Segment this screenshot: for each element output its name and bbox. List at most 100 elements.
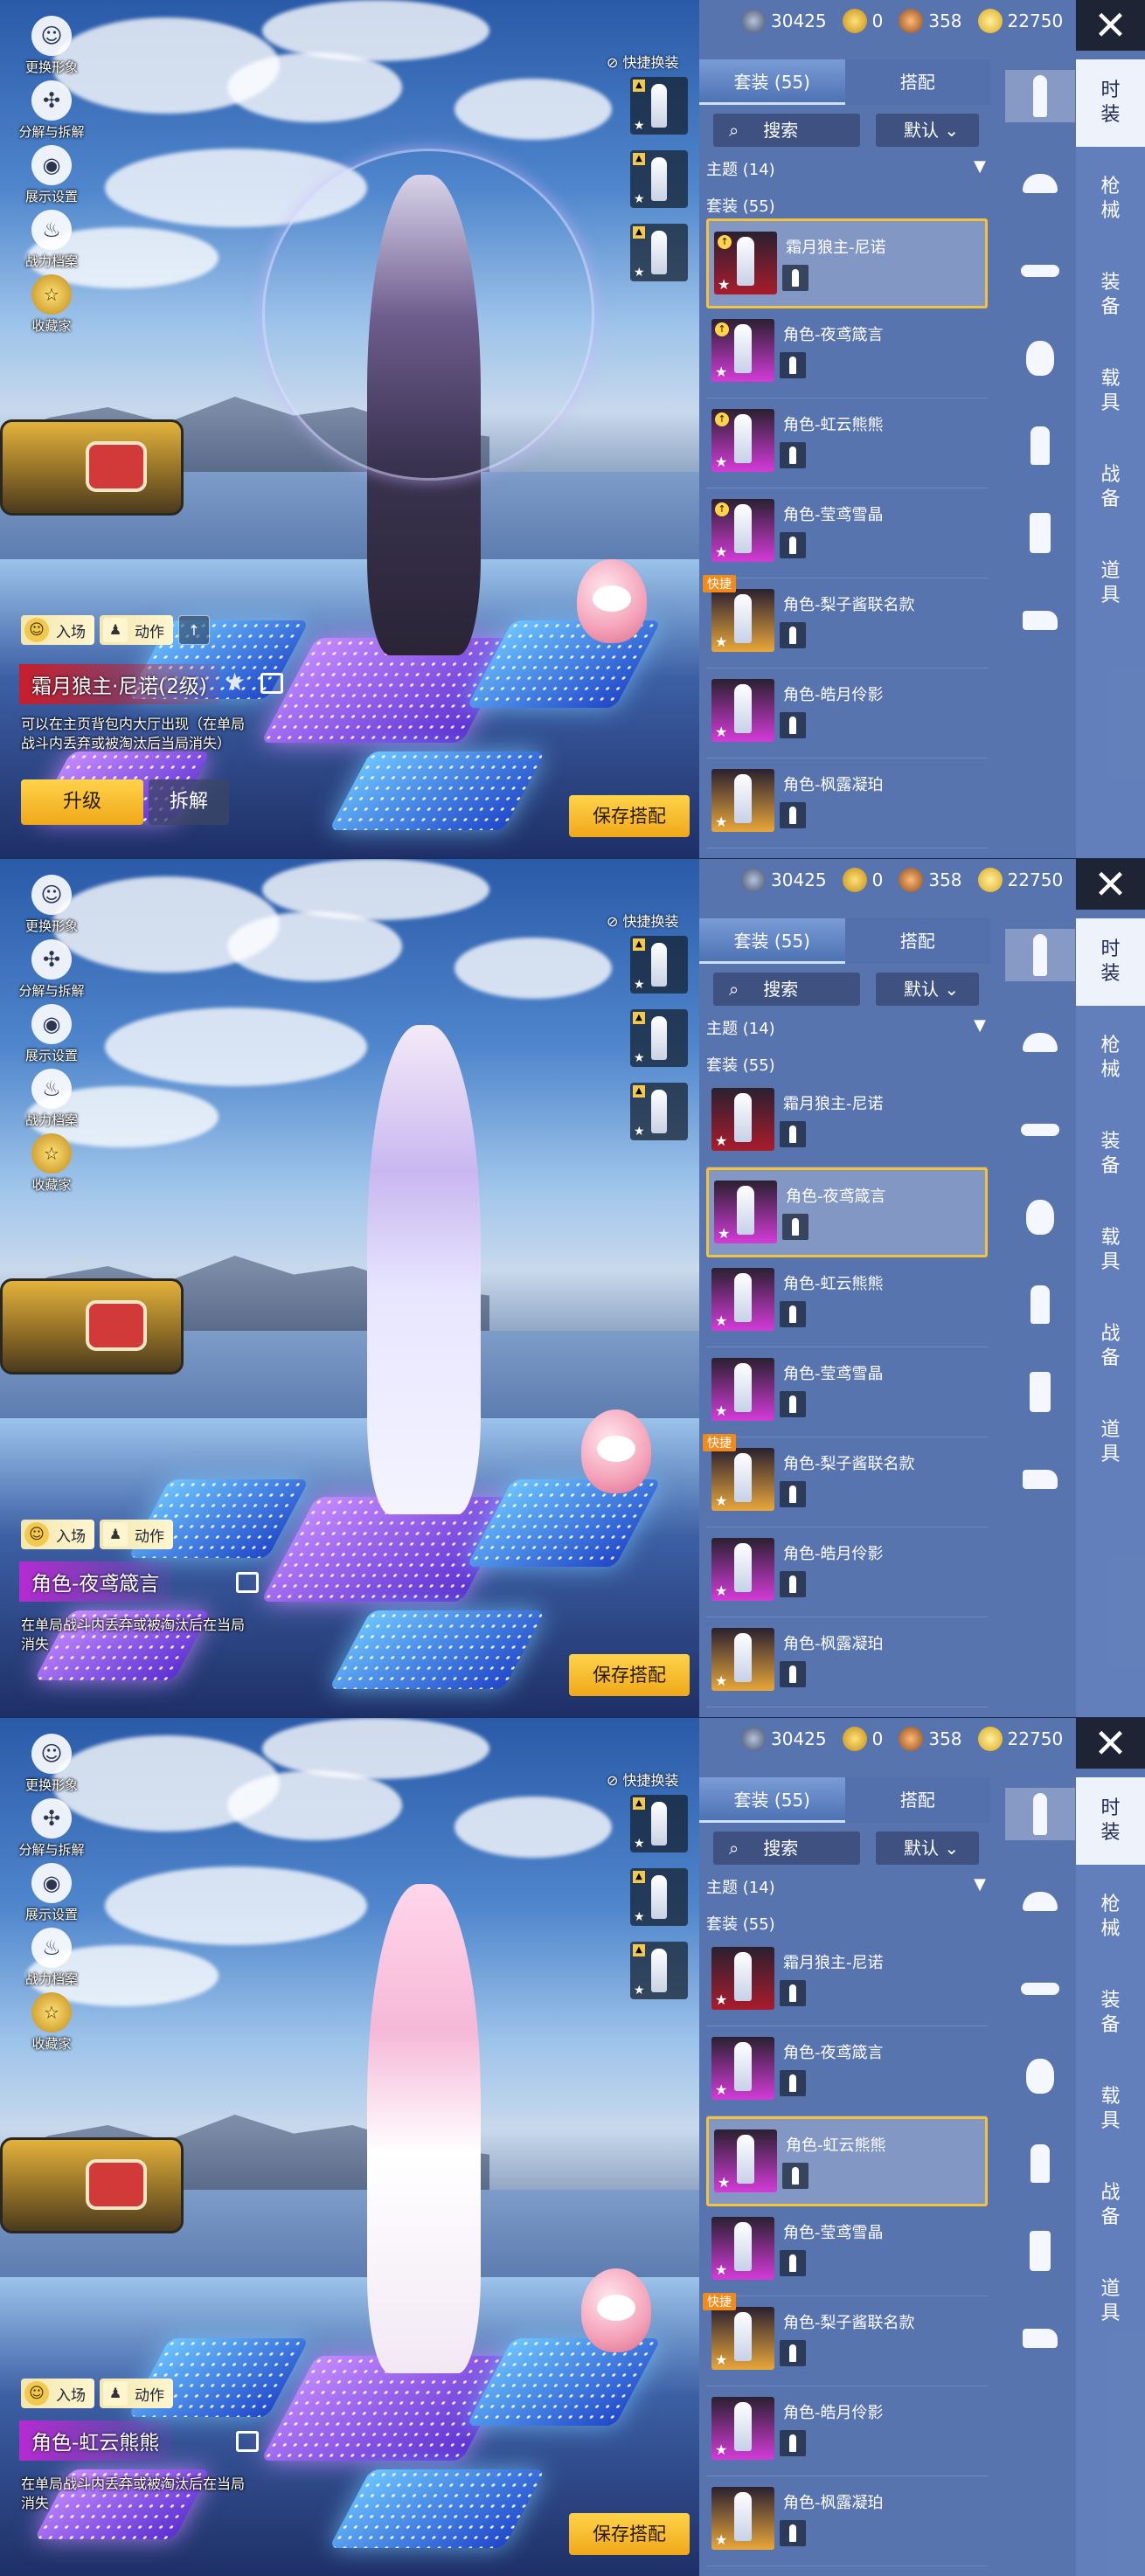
currency-item[interactable]: 0 [842,9,883,33]
close-button[interactable]: ✕ [1076,859,1145,910]
currency-item[interactable]: 30425 [741,1727,827,1751]
outfit-list-item[interactable]: ★ 角色-枫露凝珀 [706,2476,988,2566]
side-tab[interactable]: 枪械 [1076,156,1145,243]
favorite-star-icon[interactable]: ★ [224,668,246,696]
quick-switch-slot[interactable]: ▲ ★ [630,1009,688,1067]
quick-switch-slot[interactable]: ▲ ★ [630,150,688,208]
power-archive-button[interactable]: ♨ 战力档案 [12,210,91,270]
category-mask[interactable] [1005,1191,1075,1243]
disassemble-button[interactable]: 拆解 [149,779,229,825]
side-tab[interactable]: 道具 [1076,1399,1145,1486]
side-tab[interactable]: 载具 [1076,2066,1145,2153]
outfit-list-item[interactable]: ★ 角色-皓月伶影 [706,2386,988,2476]
save-outfit-button[interactable]: 保存搭配 [569,2513,690,2555]
outfit-list-item[interactable]: ★ 霜月狼主-尼诺 [706,1077,988,1167]
sort-dropdown[interactable]: 默认 ⌄ [876,1832,979,1865]
outfit-list-item[interactable]: ★ 角色-皓月伶影 [706,668,988,758]
outfit-list-item[interactable]: ★ ↑ 角色-莹鸢雪晶 [706,488,988,578]
currency-item[interactable]: 358 [899,868,962,892]
pet-companion[interactable] [577,559,647,643]
category-hat[interactable] [1005,1875,1075,1928]
tab-combos[interactable]: 搭配 [844,1777,990,1823]
outfit-list-item[interactable]: ★ 快捷 角色-梨子酱联名款 [703,2293,988,2386]
category-hat[interactable] [1005,157,1075,210]
category-glasses[interactable] [1005,1963,1075,2015]
display-settings-button[interactable]: ◉ 展示设置 [12,1004,91,1064]
outfit-list-item[interactable]: ★ 角色-莹鸢雪晶 [706,2206,988,2296]
currency-item[interactable]: 22750 [977,9,1063,33]
side-tab[interactable]: 战备 [1076,2162,1145,2249]
category-outfit[interactable] [1005,70,1075,122]
share-icon[interactable] [236,1572,259,1593]
entry-button[interactable]: ☺ 入场 [21,2379,94,2408]
side-tab[interactable]: 装备 [1076,1970,1145,2057]
quick-switch-slot[interactable]: ▲ ★ [630,77,688,135]
tab-combos[interactable]: 搭配 [844,918,990,964]
theme-filter[interactable]: 主题 (14) ▼ [706,1875,986,1898]
side-tab[interactable]: 枪械 [1076,1014,1145,1102]
outfit-list-item[interactable]: ★ 角色-莹鸢雪晶 [706,1347,988,1437]
quick-switch-slot[interactable]: ▲ ★ [630,224,688,281]
side-tab[interactable]: 战备 [1076,1303,1145,1390]
save-outfit-button[interactable]: 保存搭配 [569,1654,690,1696]
quick-switch-label[interactable]: ⊘ 快捷换装 [607,1769,679,1790]
outfit-list-item[interactable]: ★ ↑ 角色-夜鸢箴言 [706,308,988,398]
side-tab[interactable]: 道具 [1076,2258,1145,2345]
category-outfit[interactable] [1005,1788,1075,1840]
outfit-list-item[interactable]: ★ ↑ 霜月狼主-尼诺 [706,218,988,308]
display-settings-button[interactable]: ◉ 展示设置 [12,1863,91,1923]
entry-button[interactable]: ☺ 入场 [21,615,94,645]
player-character[interactable] [367,1884,481,2373]
change-avatar-button[interactable]: ☺ 更换形象 [12,1734,91,1794]
tab-suits[interactable]: 套装 (55) [699,59,845,105]
action-button[interactable]: ♟ 动作 [100,615,173,645]
collector-button[interactable]: ☆ 收藏家 [12,1133,91,1194]
currency-item[interactable]: 0 [842,868,883,892]
outfit-list-item[interactable]: ★ 角色-虹云熊熊 [706,2116,988,2206]
search-button[interactable]: ⌕ 搜索 [713,1832,860,1865]
close-button[interactable]: ✕ [1076,0,1145,51]
currency-item[interactable]: 30425 [741,9,827,33]
outfit-list-item[interactable]: ★ ↑ 角色-虹云熊熊 [706,398,988,488]
change-avatar-button[interactable]: ☺ 更换形象 [12,875,91,935]
tab-combos[interactable]: 搭配 [844,59,990,105]
tab-suits[interactable]: 套装 (55) [699,918,845,964]
side-tab[interactable]: 道具 [1076,540,1145,627]
upgrade-button[interactable]: 升级 [21,779,143,825]
sort-dropdown[interactable]: 默认 ⌄ [876,973,979,1006]
theme-filter[interactable]: 主题 (14) ▼ [706,157,986,180]
side-tab[interactable]: 时装 [1076,918,1145,1006]
category-hat[interactable] [1005,1016,1075,1069]
pet-companion[interactable] [581,2268,651,2352]
category-top[interactable] [1005,419,1075,472]
outfit-list-item[interactable]: ★ 角色-夜鸢箴言 [706,1167,988,1257]
category-pants[interactable] [1005,507,1075,559]
share-icon[interactable] [236,2431,259,2452]
decompose-button[interactable]: ✣ 分解与拆解 [12,80,91,141]
action-button[interactable]: ♟ 动作 [100,2379,173,2408]
side-tab[interactable]: 装备 [1076,252,1145,339]
quick-switch-label[interactable]: ⊘ 快捷换装 [607,910,679,931]
close-button[interactable]: ✕ [1076,1718,1145,1769]
change-avatar-button[interactable]: ☺ 更换形象 [12,16,91,76]
currency-item[interactable]: 0 [842,1727,883,1751]
category-mask[interactable] [1005,332,1075,384]
category-pants[interactable] [1005,1366,1075,1418]
search-button[interactable]: ⌕ 搜索 [713,973,860,1006]
category-glasses[interactable] [1005,1104,1075,1156]
category-mask[interactable] [1005,2050,1075,2102]
currency-item[interactable]: 22750 [977,868,1063,892]
expand-up-button[interactable]: ↑ [178,615,210,645]
outfit-list-item[interactable]: ★ 角色-夜鸢箴言 [706,2026,988,2116]
save-outfit-button[interactable]: 保存搭配 [569,795,690,837]
outfit-list-item[interactable]: ★ 霜月狼主-尼诺 [706,1936,988,2026]
decompose-button[interactable]: ✣ 分解与拆解 [12,939,91,1000]
category-outfit[interactable] [1005,929,1075,981]
display-settings-button[interactable]: ◉ 展示设置 [12,145,91,205]
outfit-list-item[interactable]: ★ 快捷 角色-梨子酱联名款 [703,1434,988,1527]
search-button[interactable]: ⌕ 搜索 [713,114,860,147]
sort-dropdown[interactable]: 默认 ⌄ [876,114,979,147]
currency-item[interactable]: 30425 [741,868,827,892]
category-top[interactable] [1005,2137,1075,2190]
theme-filter[interactable]: 主题 (14) ▼ [706,1016,986,1039]
